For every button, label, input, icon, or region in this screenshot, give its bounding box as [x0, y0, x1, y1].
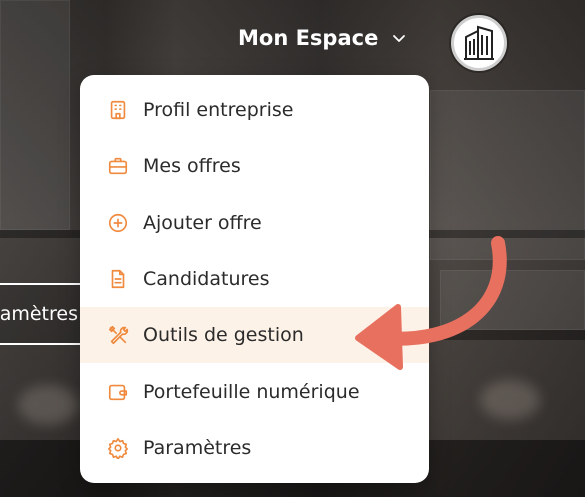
mon-espace-nav[interactable]: Mon Espace [238, 26, 406, 50]
menu-item-outils-de-gestion[interactable]: Outils de gestion [80, 307, 429, 364]
building-icon [106, 98, 130, 122]
menu-item-ajouter-offre[interactable]: Ajouter offre [80, 195, 429, 251]
menu-item-label: Ajouter offre [143, 211, 262, 234]
wallet-icon [106, 380, 130, 404]
document-icon [106, 267, 130, 291]
company-avatar[interactable] [451, 15, 507, 71]
menu-item-label: Portefeuille numérique [143, 380, 360, 403]
menu-item-label: Profil entreprise [143, 99, 294, 122]
chevron-down-icon [393, 35, 406, 42]
building-logo-icon [464, 25, 494, 60]
menu-item-portefeuille-numerique[interactable]: Portefeuille numérique [80, 363, 429, 419]
mon-espace-label: Mon Espace [238, 26, 379, 50]
side-button-label: ramètres [0, 303, 78, 325]
briefcase-icon [106, 154, 130, 178]
menu-item-candidatures[interactable]: Candidatures [80, 251, 429, 307]
menu-item-label: Paramètres [143, 436, 252, 459]
tools-icon [106, 323, 130, 347]
mon-espace-dropdown: Profil entreprise Mes offres Ajouter off… [80, 75, 429, 483]
menu-item-parametres[interactable]: Paramètres [80, 420, 429, 476]
menu-item-profil-entreprise[interactable]: Profil entreprise [80, 82, 429, 138]
menu-item-label: Candidatures [143, 268, 270, 291]
menu-item-label: Outils de gestion [143, 324, 304, 347]
menu-item-mes-offres[interactable]: Mes offres [80, 138, 429, 194]
gear-icon [106, 436, 130, 460]
parametres-side-button[interactable]: ramètres [0, 283, 82, 345]
menu-item-label: Mes offres [143, 155, 241, 178]
plus-circle-icon [106, 211, 130, 235]
